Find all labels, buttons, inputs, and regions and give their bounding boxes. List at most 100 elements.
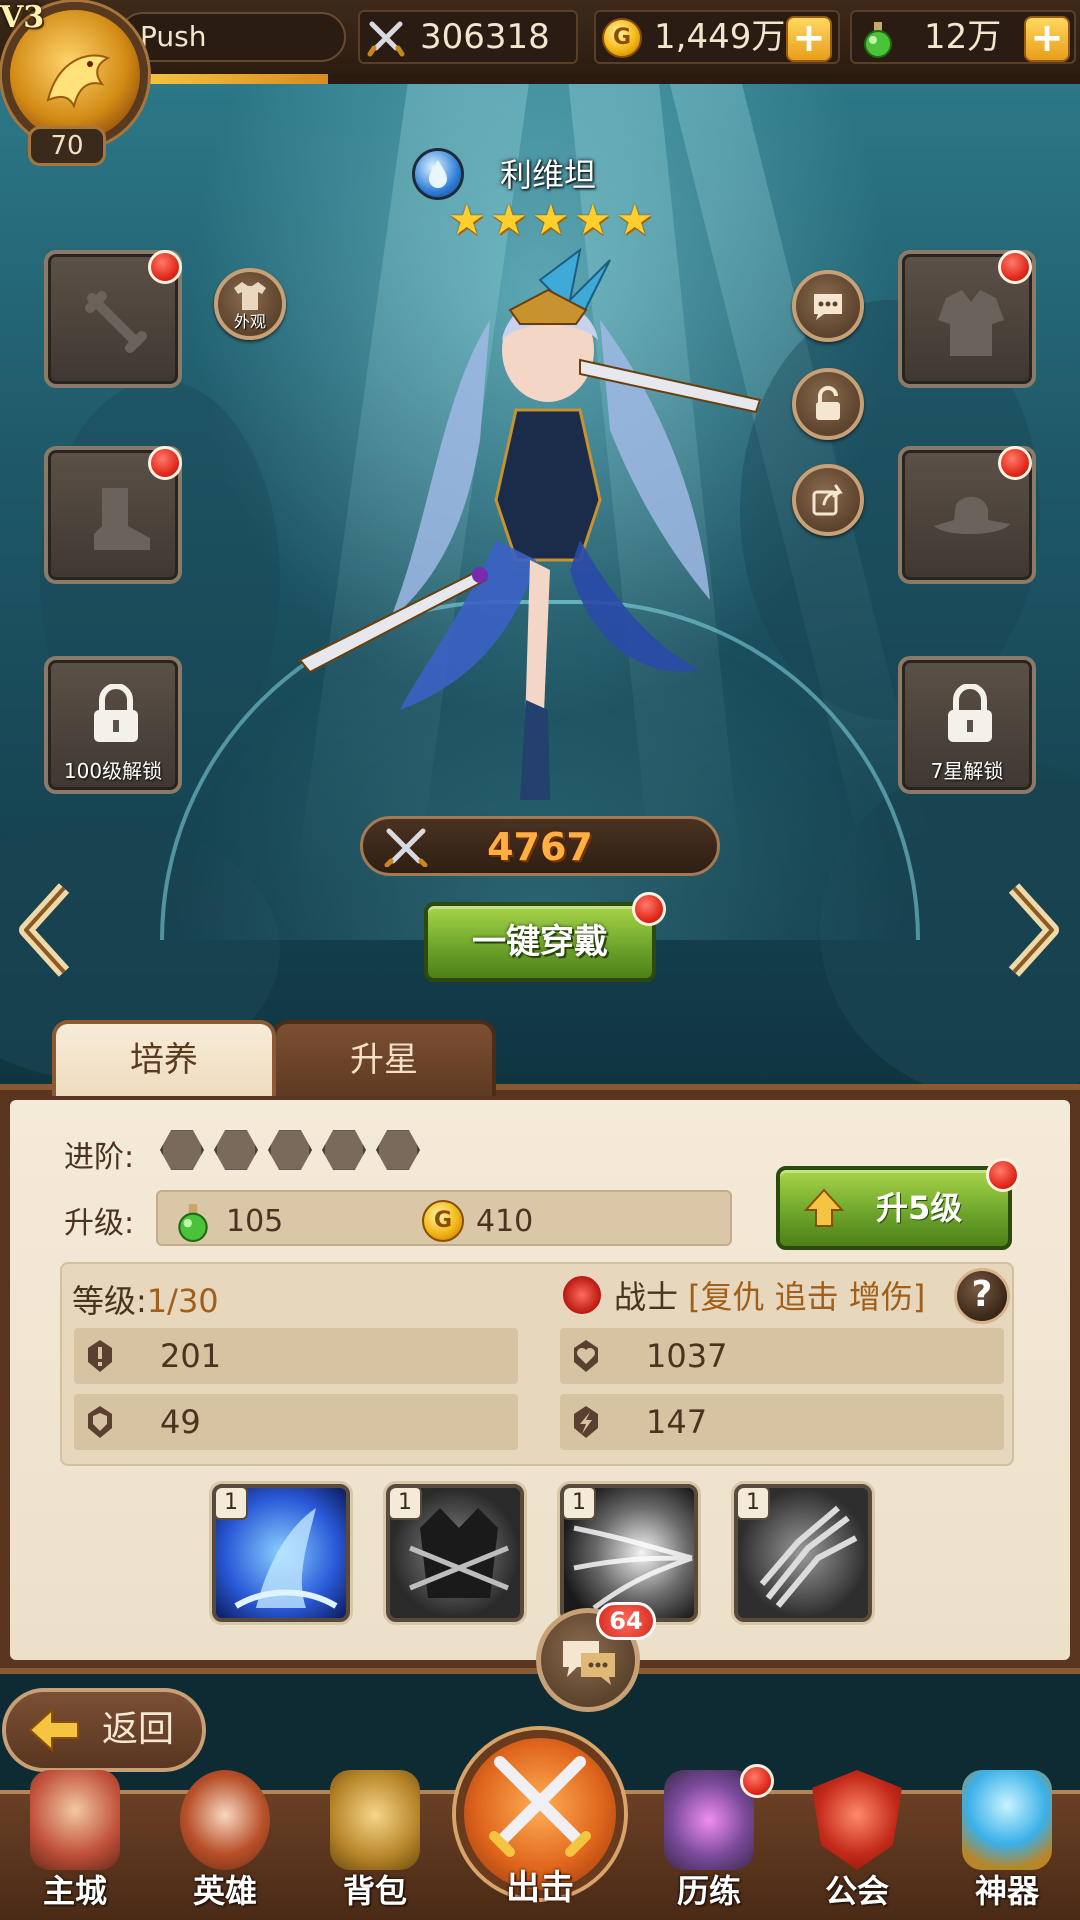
skill-level: 1: [390, 1488, 422, 1520]
speed-value: 147: [646, 1403, 708, 1441]
shield-icon: [88, 1406, 112, 1438]
nav-label: 背包: [342, 1872, 407, 1910]
back-arrow-icon: [28, 1708, 79, 1752]
attack-value: 201: [160, 1337, 222, 1375]
gold-cost: 410: [476, 1203, 534, 1239]
lock-toggle-button[interactable]: [792, 368, 864, 440]
phoenix-avatar-icon: [46, 54, 111, 109]
skill-slot-1[interactable]: 1: [212, 1484, 350, 1622]
advance-slot: [214, 1130, 258, 1170]
guild-shield-icon: [812, 1770, 902, 1870]
green-potion-icon: [864, 22, 892, 58]
hero-level-value: 1/30: [146, 1282, 219, 1320]
heart-icon: [574, 1340, 598, 1372]
nav-label: 出击: [506, 1868, 574, 1908]
skill-level: 1: [216, 1488, 248, 1520]
hero-class: 战士 [复仇 追击 增伤]: [560, 1272, 925, 1318]
speech-bubble-icon: [814, 294, 842, 320]
skill-level: 1: [564, 1488, 596, 1520]
share-icon: [812, 484, 843, 516]
advance-progress: [160, 1128, 420, 1172]
help-button[interactable]: ?: [954, 1268, 1010, 1324]
nav-guild[interactable]: 公会: [792, 1770, 922, 1920]
advance-label: 进阶:: [64, 1140, 135, 1175]
equip-all-button[interactable]: 一键穿戴: [424, 902, 656, 982]
next-hero-arrow[interactable]: [1004, 880, 1064, 980]
attack-icon: [88, 1340, 112, 1372]
player-level: 70: [28, 126, 106, 166]
gold-counter: G 1,449万 +: [594, 10, 840, 64]
hero-character-portrait: [298, 247, 762, 800]
nav-heroes[interactable]: 英雄: [160, 1770, 290, 1920]
helmet-notification-dot: [998, 446, 1032, 480]
nav-label: 英雄: [192, 1872, 257, 1910]
hero-name: 利维坦: [500, 156, 597, 194]
potion-value: 12万: [924, 17, 1002, 57]
trials-notification-dot: [740, 1764, 774, 1798]
gold-value: 1,449万: [654, 17, 786, 57]
level-up-label: 升5级: [876, 1189, 963, 1227]
nav-label: 主城: [42, 1872, 107, 1910]
defense-value: 49: [160, 1403, 201, 1441]
level-up-notification-dot: [986, 1158, 1020, 1192]
previous-hero-arrow[interactable]: [14, 880, 74, 980]
star-icon: ★: [574, 195, 612, 244]
back-button[interactable]: 返回: [2, 1688, 206, 1772]
tab-star-up[interactable]: 升星: [272, 1020, 496, 1096]
unlock-icon: [816, 386, 840, 420]
tab-train[interactable]: 培养: [52, 1020, 276, 1096]
add-gold-button[interactable]: +: [786, 16, 832, 62]
potion-cost: 105: [226, 1203, 284, 1239]
add-potion-button[interactable]: +: [1024, 16, 1070, 62]
class-traits: [复仇 追击 增伤]: [688, 1278, 926, 1316]
crystal-artifact-icon: [962, 1770, 1052, 1870]
locked-slot-right[interactable]: 7星解锁: [898, 656, 1036, 794]
advance-slot: [268, 1130, 312, 1170]
speed-stat: 147: [560, 1394, 1004, 1450]
power-value: 306318: [420, 17, 550, 57]
padlock-icon: [94, 684, 138, 742]
skin-button[interactable]: 外观: [214, 268, 286, 340]
castle-icon: [30, 1770, 120, 1870]
backpack-icon: [330, 1770, 420, 1870]
share-button[interactable]: [792, 464, 864, 536]
hero-level: 等级:1/30: [72, 1276, 219, 1322]
back-label: 返回: [102, 1709, 175, 1750]
level-up-button[interactable]: 升5级: [776, 1166, 1012, 1250]
nav-battle[interactable]: 出击: [456, 1730, 624, 1908]
padlock-icon: [948, 684, 992, 742]
power-counter: 306318: [358, 10, 578, 64]
defense-stat: 49: [74, 1394, 518, 1450]
gold-coin-icon: G: [422, 1200, 464, 1242]
nav-main-city[interactable]: 主城: [10, 1770, 140, 1920]
star-icon: ★: [490, 195, 528, 244]
star-icon: ★: [616, 195, 654, 244]
speed-icon: [574, 1406, 598, 1438]
advance-slot: [376, 1130, 420, 1170]
attack-stat: 201: [74, 1328, 518, 1384]
equip-all-notification-dot: [632, 892, 666, 926]
chat-bubble-button[interactable]: [792, 270, 864, 342]
boots-notification-dot: [148, 446, 182, 480]
player-name[interactable]: Push: [118, 12, 346, 62]
hp-stat: 1037: [560, 1328, 1004, 1384]
skill-slot-4[interactable]: 1: [734, 1484, 872, 1622]
skill-slot-2[interactable]: 1: [386, 1484, 524, 1622]
nav-bag[interactable]: 背包: [310, 1770, 440, 1920]
weapon-notification-dot: [148, 250, 182, 284]
skill-level: 1: [738, 1488, 770, 1520]
armor-icon: [938, 290, 1004, 356]
class-name: 战士: [614, 1278, 679, 1316]
locked-slot-left[interactable]: 100级解锁: [44, 656, 182, 794]
skin-button-label: 外观: [233, 312, 266, 331]
boot-icon: [94, 488, 150, 550]
warrior-class-icon: [560, 1273, 604, 1317]
lock-requirement-label: 7星解锁: [930, 759, 1004, 783]
nav-artifact[interactable]: 神器: [942, 1770, 1072, 1920]
advance-slot: [322, 1130, 366, 1170]
hero-face-icon: [180, 1770, 270, 1870]
sword-icon: [85, 291, 147, 353]
green-potion-icon: [178, 1204, 208, 1242]
armor-notification-dot: [998, 250, 1032, 284]
hero-level-label: 等级:: [72, 1282, 147, 1320]
